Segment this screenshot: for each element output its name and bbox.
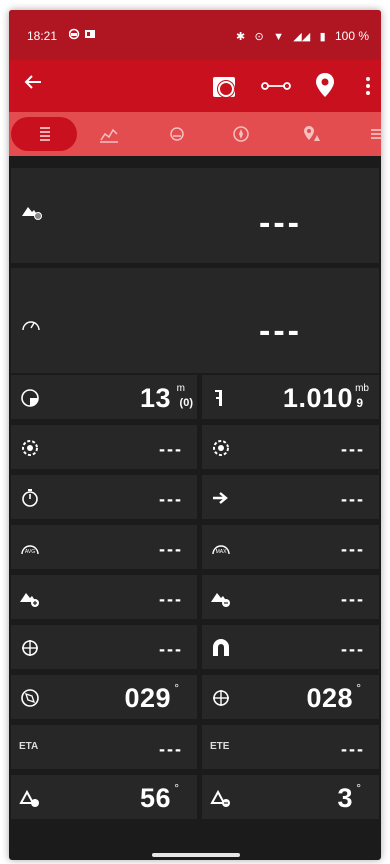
heading-value: 029	[124, 683, 171, 713]
stat-value: ---	[159, 489, 183, 509]
stat-cell: AVG ---	[11, 525, 197, 569]
bluetooth-icon: ✱	[235, 31, 246, 43]
slope-up-value: 56	[139, 783, 171, 813]
gear-icon	[210, 437, 232, 459]
stat-value: ---	[159, 639, 183, 659]
signal-icon: ◢◢	[293, 31, 311, 43]
descent-icon	[210, 587, 232, 609]
status-notification-icons	[68, 28, 99, 43]
svg-text:MAX: MAX	[216, 549, 228, 555]
stat-cell: ---	[202, 425, 379, 469]
slope-down-cell: 3 °	[202, 775, 379, 819]
app-bar	[9, 60, 381, 112]
record-icon[interactable]	[213, 77, 235, 97]
eta-cell: ETA ---	[11, 725, 197, 769]
stat-cell: ---	[202, 475, 379, 519]
stat-cell: ---	[11, 425, 197, 469]
slope-up-cell: 56 °	[11, 775, 197, 819]
degree-symbol: °	[356, 681, 361, 695]
stat-value: ---	[341, 539, 365, 559]
bearing-value: 028	[306, 683, 353, 713]
route-icon[interactable]	[261, 78, 291, 94]
slope-down-value: 3	[337, 783, 353, 813]
location-icon: ⊙	[254, 31, 264, 43]
gps-accuracy-cell: 13 m (0)	[11, 375, 197, 419]
stat-value: ---	[341, 439, 365, 459]
mountain-icon	[21, 202, 43, 225]
ete-value: ---	[341, 739, 365, 759]
more-vert-icon[interactable]	[365, 74, 371, 98]
magnet-icon	[210, 637, 232, 659]
tab-chart-icon[interactable]	[95, 120, 123, 148]
altitude-value: ---	[259, 204, 302, 242]
speed-value: ---	[259, 312, 302, 350]
eta-value: ---	[159, 739, 183, 759]
back-arrow-icon[interactable]	[23, 72, 43, 97]
stat-cell: ---	[11, 625, 197, 669]
gps-accuracy-sub: (0)	[179, 397, 193, 409]
avg-speed-icon: AVG	[19, 537, 41, 559]
tab-bar	[9, 112, 381, 156]
speedometer-icon	[21, 316, 41, 337]
ete-label: ETE	[210, 741, 230, 752]
battery-icon: ▮	[319, 31, 326, 43]
slope-up-icon	[19, 787, 41, 809]
stat-value: ---	[159, 539, 183, 559]
pressure-unit: mb	[355, 383, 369, 394]
tab-gauge-icon[interactable]	[163, 120, 191, 148]
degree-symbol: °	[356, 781, 361, 795]
phone-screen: 18:21 ✱ ⊙ ▼ ◢◢ ▮ 100 % --- --- 13 m (0) …	[9, 10, 381, 860]
compass-icon	[19, 687, 41, 709]
ascent-icon	[19, 587, 41, 609]
stat-cell: ---	[11, 475, 197, 519]
eta-label: ETA	[19, 741, 39, 752]
slope-down-icon	[210, 787, 232, 809]
gesture-navigation-bar[interactable]	[152, 853, 240, 857]
status-bar: 18:21 ✱ ⊙ ▼ ◢◢ ▮ 100 %	[9, 10, 381, 60]
status-time: 18:21	[27, 29, 58, 43]
stat-value: ---	[159, 589, 183, 609]
speed-card: ---	[11, 268, 379, 373]
stat-cell: ---	[202, 625, 379, 669]
svg-text:AVG: AVG	[25, 549, 35, 555]
pressure-sub: 9	[356, 396, 363, 410]
crosshair-icon	[210, 687, 232, 709]
stat-value: ---	[341, 639, 365, 659]
pressure-cell: 1.010 mb 9	[202, 375, 379, 419]
bearing-cell: 028 °	[202, 675, 379, 719]
tab-compass-icon[interactable]	[227, 120, 255, 148]
stat-cell: ---	[202, 575, 379, 619]
tab-waypoint-icon[interactable]	[297, 120, 325, 148]
gps-satellite-icon	[19, 387, 41, 409]
stopwatch-icon	[19, 487, 41, 509]
status-right-icons: ✱ ⊙ ▼ ◢◢ ▮ 100 %	[236, 29, 369, 43]
max-speed-icon: MAX	[210, 537, 232, 559]
map-pin-icon[interactable]	[315, 72, 335, 98]
barometer-icon	[210, 387, 232, 409]
stat-cell: MAX ---	[202, 525, 379, 569]
tab-dashboard-icon[interactable]	[31, 120, 59, 148]
stat-cell: ---	[11, 575, 197, 619]
moving-arrow-icon	[210, 487, 232, 509]
heading-cell: 029 °	[11, 675, 197, 719]
ete-cell: ETE ---	[202, 725, 379, 769]
gps-accuracy-unit: m	[176, 383, 185, 394]
stat-value: ---	[341, 489, 365, 509]
battery-percent: 100 %	[334, 29, 369, 43]
stat-value: ---	[341, 589, 365, 609]
degree-symbol: °	[174, 681, 179, 695]
gps-accuracy-value: 13	[139, 383, 171, 413]
stat-value: ---	[159, 439, 183, 459]
gear-icon	[19, 437, 41, 459]
altitude-card: ---	[11, 168, 379, 263]
pressure-value: 1.010	[282, 383, 353, 413]
wifi-icon: ▼	[273, 31, 284, 43]
degree-symbol: °	[174, 781, 179, 795]
tab-more-icon[interactable]	[363, 120, 381, 148]
crosshair-icon	[19, 637, 41, 659]
